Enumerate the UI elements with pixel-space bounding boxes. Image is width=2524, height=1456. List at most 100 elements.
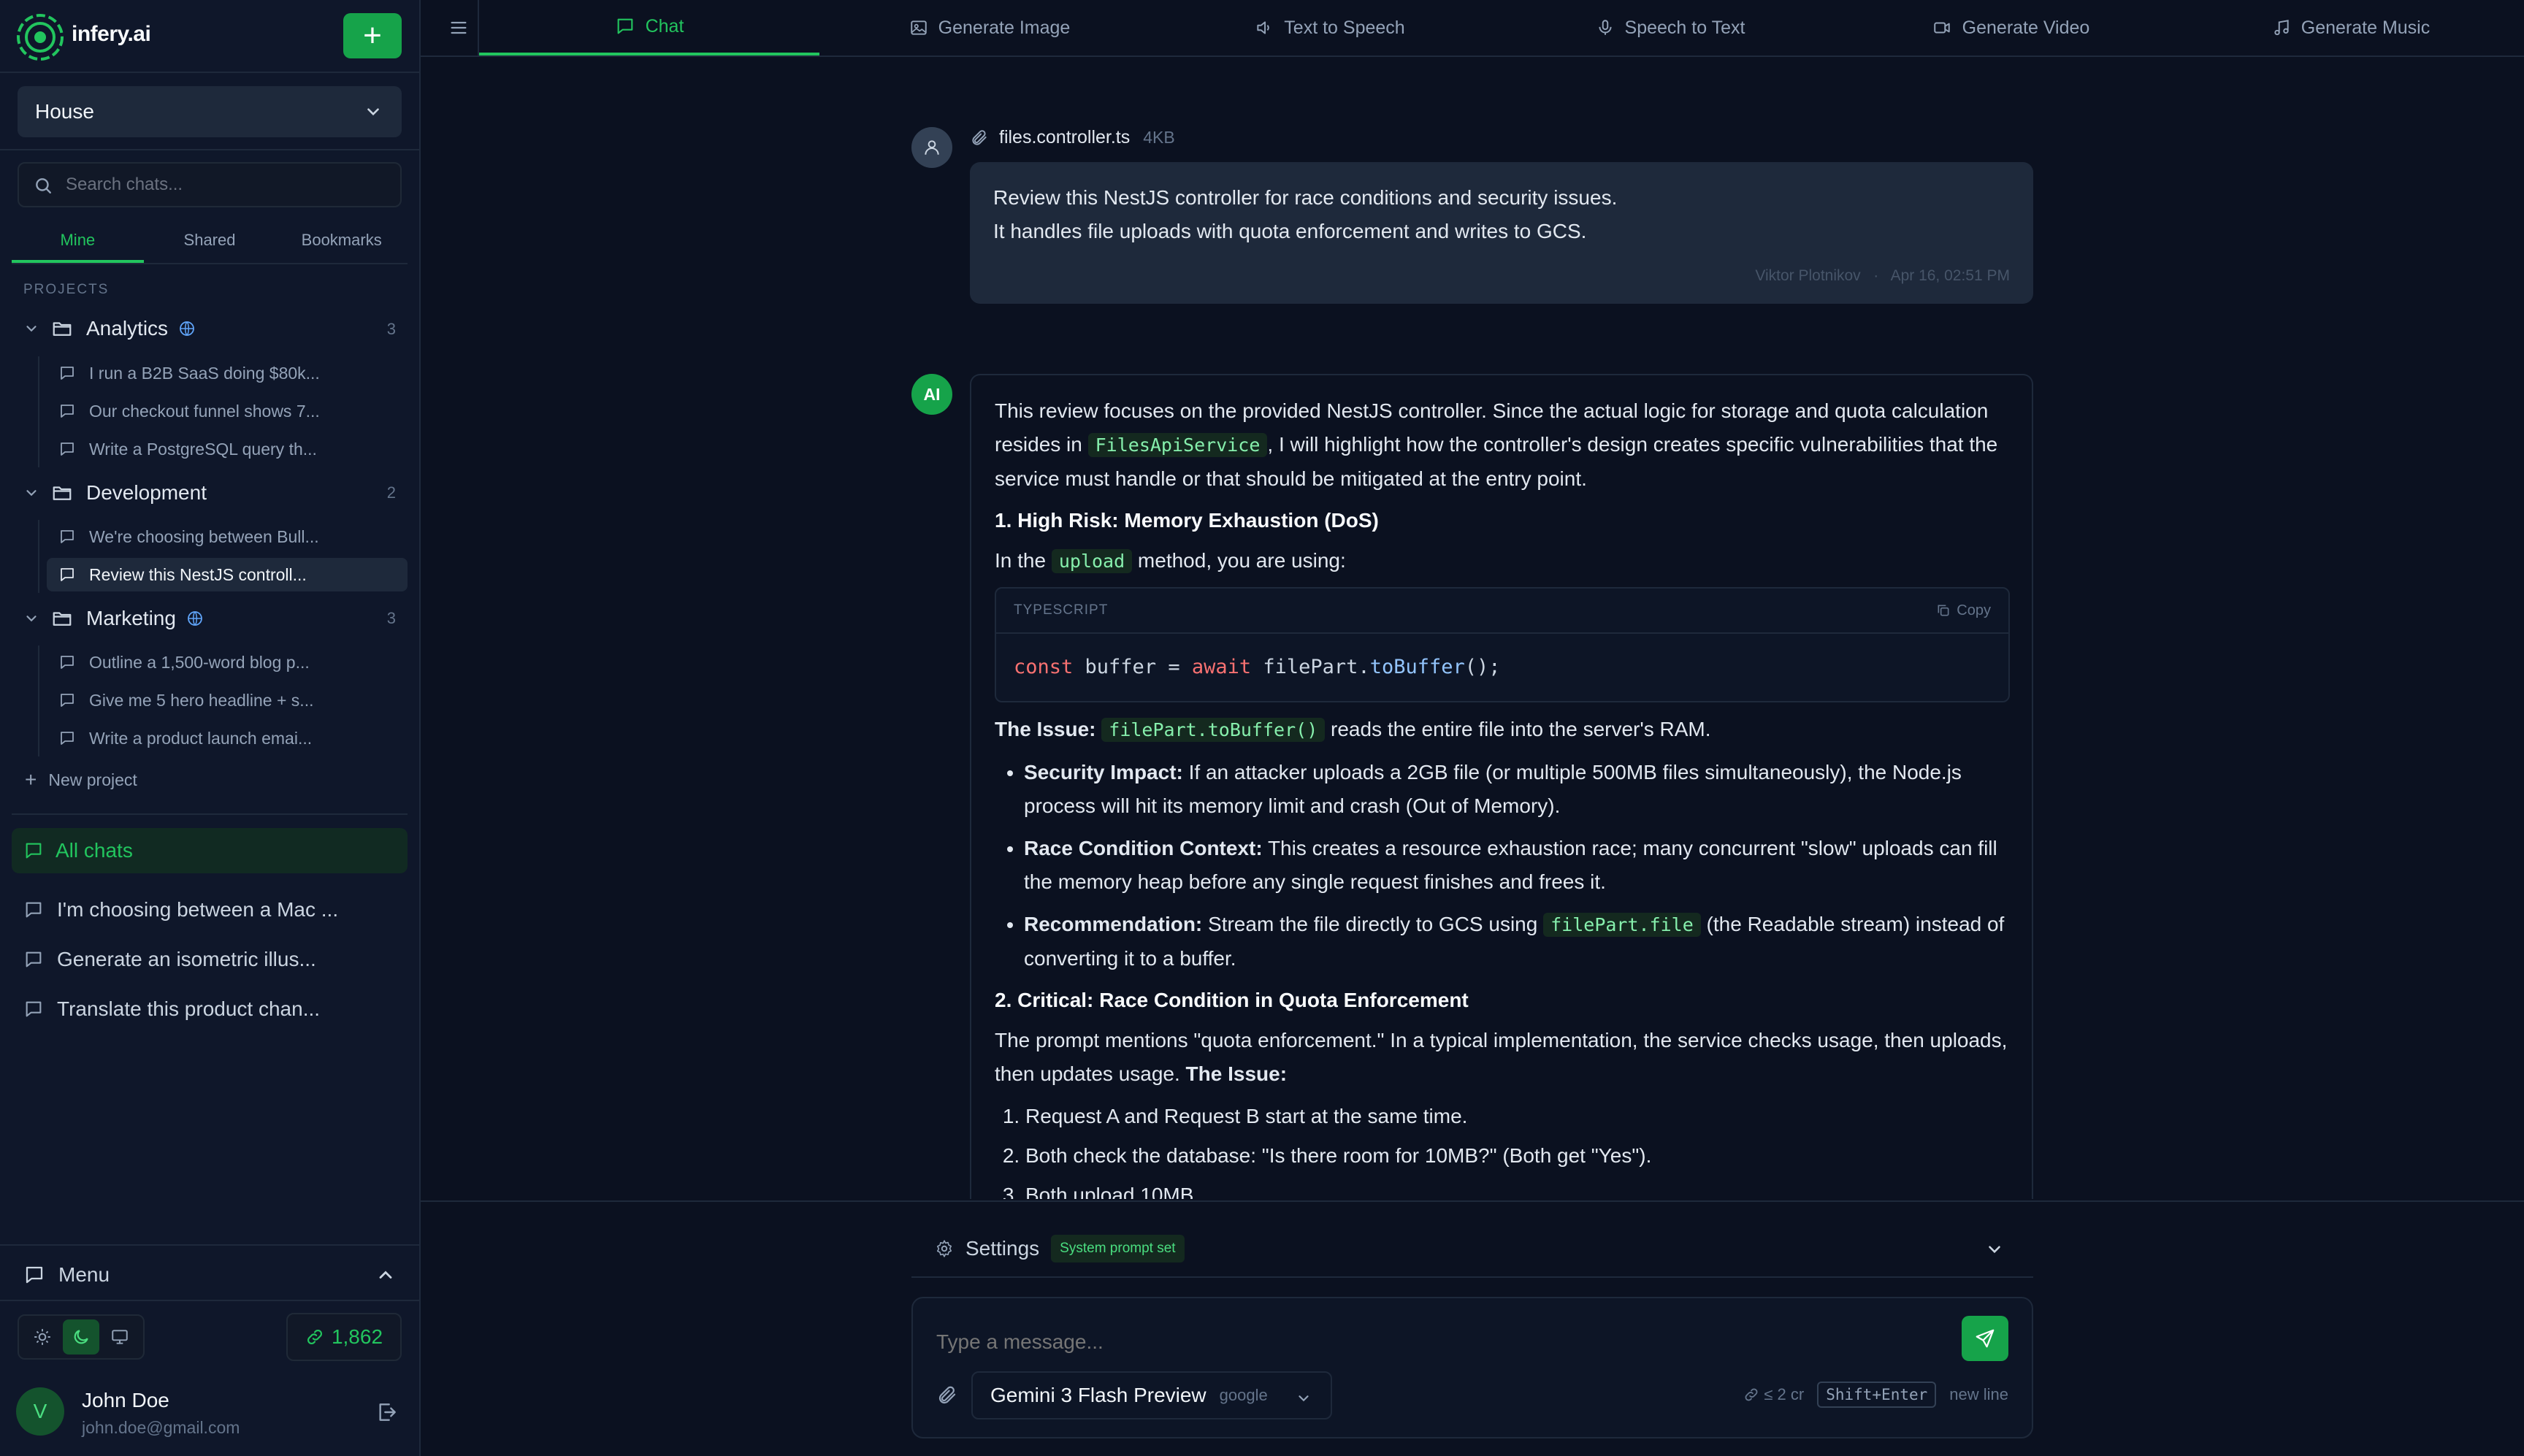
tab-mine[interactable]: Mine <box>12 225 144 263</box>
chat-item[interactable]: Write a product launch emai... <box>47 721 408 755</box>
chevron-down-icon[interactable] <box>22 321 41 337</box>
monitor-icon <box>111 1330 128 1344</box>
tab-generate-image[interactable]: Generate Image <box>819 0 1160 55</box>
paperclip-icon[interactable] <box>936 1384 958 1406</box>
tab-generate-music[interactable]: Generate Music <box>2181 0 2521 55</box>
tab-shared[interactable]: Shared <box>144 225 276 263</box>
chat-title: Generate an isometric illus... <box>57 948 316 970</box>
paragraph: The Issue: filePart.toBuffer() reads the… <box>995 718 1711 742</box>
project-analytics[interactable]: Analytics <box>22 313 196 345</box>
tab-label: Generate Image <box>938 17 1071 38</box>
user-name: John Doe <box>82 1389 169 1411</box>
tab-chat[interactable]: Chat <box>479 0 819 55</box>
chat-bubble-icon <box>61 442 74 456</box>
all-chats-button[interactable]: All chats <box>12 828 408 873</box>
chat-bubble-icon <box>61 367 74 380</box>
tab-text-to-speech[interactable]: Text to Speech <box>1160 0 1500 55</box>
list-item: Security Impact: If an attacker uploads … <box>1024 756 2010 823</box>
sun-icon <box>34 1329 51 1345</box>
search-icon <box>36 178 51 194</box>
divider <box>0 149 419 150</box>
tab-bookmarks[interactable]: Bookmarks <box>275 225 408 263</box>
send-button[interactable] <box>1962 1316 2008 1361</box>
copy-label: Copy <box>1957 602 1991 618</box>
recent-chat-item[interactable]: I'm choosing between a Mac ... <box>23 892 403 927</box>
tab-label: Text to Speech <box>1284 17 1405 38</box>
chat-item[interactable]: Write a PostgreSQL query th... <box>47 432 408 466</box>
paragraph: In the upload method, you are using: <box>995 549 1346 573</box>
chevron-down-icon[interactable] <box>22 485 41 501</box>
tree-line <box>38 356 39 467</box>
plus-icon: + <box>25 768 37 791</box>
chat-bubble-icon <box>617 18 632 34</box>
chat-bubble-icon <box>61 405 74 418</box>
project-count: 3 <box>386 609 396 627</box>
chat-bubble-icon <box>61 732 74 745</box>
chat-title: Write a PostgreSQL query th... <box>89 439 317 459</box>
chat-bubble-icon <box>26 902 42 918</box>
chat-item[interactable]: Outline a 1,500-word blog p... <box>47 645 408 679</box>
projects-label: PROJECTS <box>23 282 110 297</box>
copy-button[interactable]: Copy <box>1936 594 1991 627</box>
attachment-size: 4KB <box>1143 128 1175 147</box>
sidebar: infery.ai + House Search chats... Mine S… <box>0 0 421 1456</box>
tree-line <box>38 520 39 593</box>
chat-bubble-icon <box>61 568 74 581</box>
chat-item[interactable]: Our checkout funnel shows 7... <box>47 394 408 428</box>
bullet-list: Security Impact: If an attacker uploads … <box>1024 756 2010 976</box>
avatar[interactable]: V <box>16 1387 64 1436</box>
chevron-down-icon <box>1299 1395 1309 1402</box>
tab-speech-to-text[interactable]: Speech to Text <box>1500 0 1840 55</box>
chat-title: Translate this product chan... <box>57 997 321 1020</box>
gear-icon <box>936 1240 952 1257</box>
assistant-message: This review focuses on the provided Nest… <box>970 374 2033 1199</box>
copy-icon <box>1938 605 1949 616</box>
tab-label: Speech to Text <box>1624 17 1745 38</box>
search-placeholder: Search chats... <box>66 175 183 194</box>
chat-item[interactable]: We're choosing between Bull... <box>47 520 408 553</box>
logo-icon <box>17 14 64 61</box>
menu-label: Menu <box>58 1263 110 1286</box>
list-item: Request A and Request B start at the sam… <box>1025 1100 2010 1133</box>
inline-code: filePart.toBuffer() <box>1101 718 1326 742</box>
sidebar-toggle-icon[interactable] <box>448 18 469 38</box>
menu-toggle[interactable]: Menu <box>23 1257 396 1292</box>
list-item: Both check the database: "Is there room … <box>1025 1139 2010 1173</box>
all-chats-label: All chats <box>56 839 133 862</box>
light-theme-button[interactable] <box>24 1319 61 1355</box>
project-name: Development <box>86 481 207 504</box>
link-icon <box>307 1330 322 1344</box>
dark-theme-button[interactable] <box>62 1319 99 1355</box>
recent-chat-item[interactable]: Translate this product chan... <box>23 992 403 1027</box>
model-selector[interactable]: Gemini 3 Flash Preview google <box>971 1371 1332 1419</box>
project-marketing[interactable]: Marketing <box>22 602 204 635</box>
workspace-select[interactable]: House <box>18 86 402 137</box>
message-input[interactable] <box>936 1330 1886 1354</box>
chevron-up-icon <box>379 1271 392 1279</box>
chat-item-active[interactable]: Review this NestJS controll... <box>47 558 408 591</box>
tab-label: Chat <box>645 15 684 37</box>
new-chat-button[interactable]: + <box>343 13 402 58</box>
system-theme-button[interactable] <box>102 1319 138 1355</box>
settings-label: Settings <box>965 1237 1040 1260</box>
message-timestamp: Apr 16, 02:51 PM <box>1890 267 2010 284</box>
logout-icon[interactable] <box>375 1401 399 1424</box>
chevron-down-icon[interactable] <box>22 610 41 627</box>
chevron-down-icon <box>1989 1246 2000 1254</box>
mode-tabs-bar: Chat Generate Image Text to Speech Speec… <box>421 0 2524 57</box>
recent-chat-item[interactable]: Generate an isometric illus... <box>23 942 403 977</box>
settings-toggle[interactable]: Settings System prompt set <box>935 1231 2033 1266</box>
new-project-button[interactable]: + New project <box>25 768 137 792</box>
list-item: Recommendation: Stream the file directly… <box>1024 908 2010 976</box>
attachment-chip[interactable]: files.controller.ts 4KB <box>970 127 1175 148</box>
tab-generate-video[interactable]: Generate Video <box>1840 0 2181 55</box>
model-provider: google <box>1219 1386 1268 1404</box>
search-input[interactable]: Search chats... <box>18 162 402 207</box>
new-project-label: New project <box>48 770 137 789</box>
speaker-icon <box>1257 21 1270 34</box>
credits-badge[interactable]: 1,862 <box>286 1313 402 1361</box>
project-development[interactable]: Development <box>22 477 207 509</box>
chat-title: I run a B2B SaaS doing $80k... <box>89 363 320 383</box>
chat-item[interactable]: Give me 5 hero headline + s... <box>47 683 408 717</box>
chat-item[interactable]: I run a B2B SaaS doing $80k... <box>47 356 408 390</box>
